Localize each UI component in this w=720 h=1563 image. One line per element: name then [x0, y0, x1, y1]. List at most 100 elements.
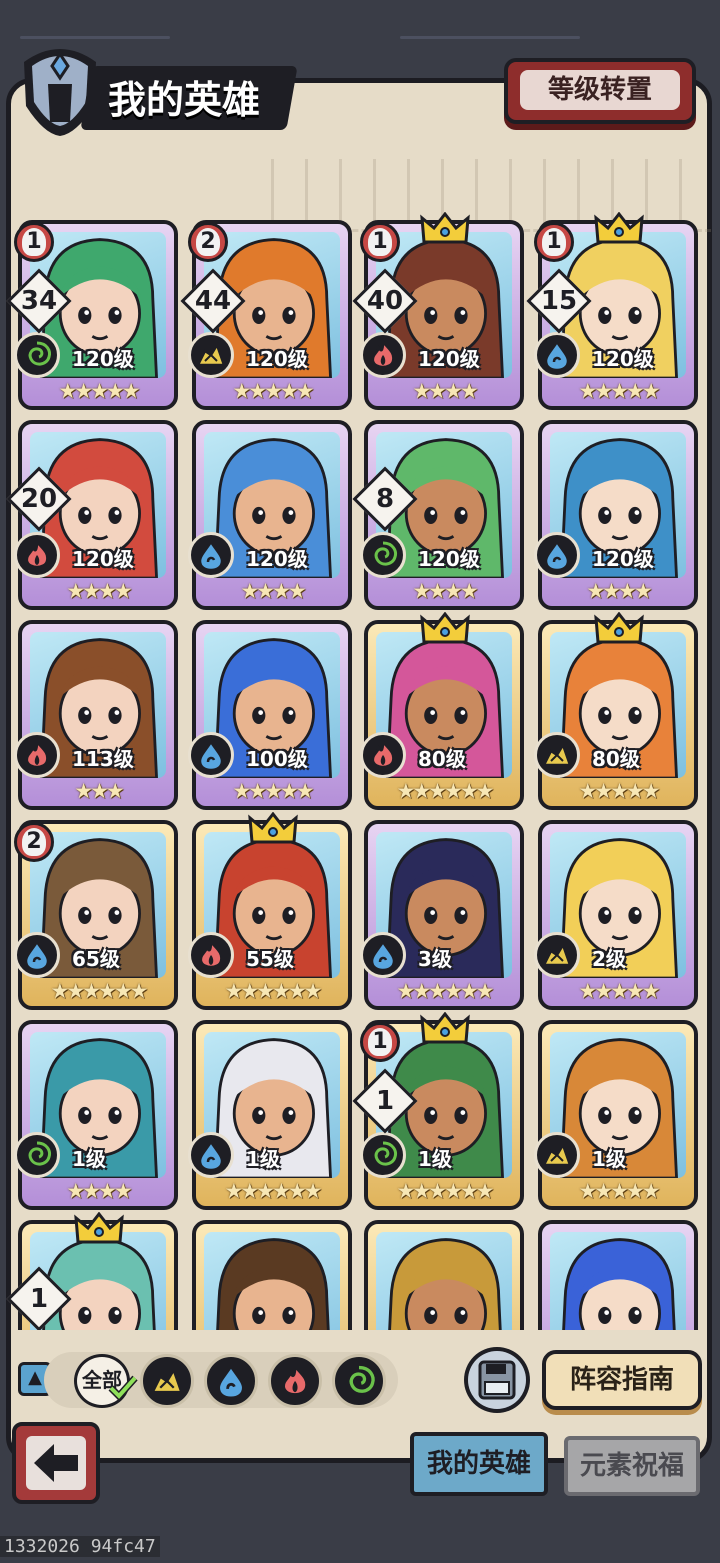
wind-element-icon: [14, 332, 60, 378]
hero-level: 1级: [418, 1147, 452, 1171]
crown-icon: [594, 212, 644, 244]
hero-level: 120级: [592, 347, 654, 371]
hero-card[interactable]: 120级 ★★★★: [192, 420, 352, 610]
hero-level: 120级: [72, 547, 134, 571]
check-icon: [108, 1375, 138, 1402]
hero-level: 120级: [418, 547, 480, 571]
hero-stars: ★★★★★★: [396, 779, 495, 803]
water-element-icon: [188, 532, 234, 578]
crown-icon: [420, 212, 470, 244]
hero-portrait: [562, 1238, 676, 1330]
hero-stars: ★★★: [74, 779, 124, 803]
hero-stars: ★★★★★★: [224, 1179, 323, 1203]
hero-card[interactable]: 100级 ★★★★★: [192, 620, 352, 810]
hero-stars: ★★★★: [240, 579, 306, 603]
hero-tier-value: 1: [546, 229, 562, 254]
hero-stars: ★★★★★: [578, 979, 660, 1003]
fire-element-icon: [14, 732, 60, 778]
water-element-icon: [534, 532, 580, 578]
hero-stars: ★★★★★: [578, 779, 660, 803]
tab-element-blessing[interactable]: 元素祝福: [564, 1436, 700, 1496]
hero-stars: ★★★★★★: [50, 979, 149, 1003]
fire-element-icon: [14, 532, 60, 578]
hero-level: 55级: [246, 947, 294, 971]
wind-element-icon: [14, 1132, 60, 1178]
lineup-guide-button[interactable]: 阵容指南: [542, 1350, 702, 1410]
hero-level: 120级: [592, 547, 654, 571]
crown-icon: [420, 1012, 470, 1044]
filter-water-button[interactable]: [204, 1354, 258, 1408]
hero-shard-count: 8: [375, 484, 395, 514]
hero-level: 2级: [592, 947, 626, 971]
hero-card[interactable]: 80级 ★★★★★: [538, 620, 698, 810]
hero-level: 1级: [246, 1147, 280, 1171]
hero-card[interactable]: 80级 ★★★★★★: [364, 620, 524, 810]
hero-level: 120级: [418, 347, 480, 371]
hero-card[interactable]: 3级 ★★★★★★: [364, 820, 524, 1010]
water-element-icon: [14, 932, 60, 978]
hero-stars: ★★★★: [66, 579, 132, 603]
hero-stars: ★★★★★★: [224, 979, 323, 1003]
earth-element-icon: [534, 932, 580, 978]
water-element-icon: [360, 932, 406, 978]
crown-icon: [74, 1212, 124, 1244]
hero-stars: ★★★★★★: [396, 1179, 495, 1203]
hero-stars: ★★★★: [412, 579, 478, 603]
hero-level: 80级: [592, 747, 640, 771]
earth-element-icon: [534, 732, 580, 778]
hero-level: 120级: [246, 347, 308, 371]
hero-tier-value: 2: [26, 829, 42, 854]
crown-icon: [248, 812, 298, 844]
hero-portrait-frame: [550, 1232, 686, 1330]
hero-shard-count: 34: [20, 286, 58, 316]
hero-card[interactable]: 1级 ★★★★: [18, 1020, 178, 1210]
back-arrow-icon: [26, 1436, 86, 1490]
hero-tier-value: 1: [372, 229, 388, 254]
hero-tier-value: 1: [372, 1029, 388, 1054]
hero-grid: 120级 ★★★★★ 1 34 120级 ★★★★★ 2 44 120级 ★★★★ 1 40 120级 ★…: [0, 0, 720, 1330]
hero-card[interactable]: 55级 ★★★★★★: [192, 820, 352, 1010]
hero-level: 3级: [418, 947, 452, 971]
hero-shard-count: 1: [375, 1086, 395, 1116]
hero-stars: ★★★★★: [58, 379, 140, 403]
save-lineup-button[interactable]: [462, 1344, 532, 1416]
hero-stars: ★★★★: [66, 1179, 132, 1203]
build-id: 1332026 94fc47: [0, 1536, 160, 1557]
hero-stars: ★★★★★: [232, 779, 314, 803]
fire-element-icon: [360, 332, 406, 378]
fire-element-icon: [188, 932, 234, 978]
hero-level: 100级: [246, 747, 308, 771]
hero-card[interactable]: 1级 ★★★★★★: [192, 1020, 352, 1210]
hero-card[interactable]: [538, 1220, 698, 1330]
filter-fire-button[interactable]: [268, 1354, 322, 1408]
filter-earth-button[interactable]: [140, 1354, 194, 1408]
water-element-icon: [534, 332, 580, 378]
hero-level: 120级: [246, 547, 308, 571]
water-element-icon: [188, 732, 234, 778]
hero-portrait: [388, 1238, 502, 1330]
hero-card[interactable]: [364, 1220, 524, 1330]
hero-card[interactable]: 120级 ★★★★: [538, 420, 698, 610]
hero-tier-badge: 1: [534, 222, 574, 262]
hero-stars: ★★★★★: [578, 379, 660, 403]
hero-card[interactable]: 113级 ★★★: [18, 620, 178, 810]
hero-tier-badge: 2: [188, 222, 228, 262]
hero-shard-count: 40: [366, 286, 404, 316]
hero-level: 80级: [418, 747, 466, 771]
hero-portrait-frame: [204, 1232, 340, 1330]
hero-card[interactable]: [192, 1220, 352, 1330]
hero-card[interactable]: 1级 ★★★★★: [538, 1020, 698, 1210]
hero-tier-badge: 1: [360, 1022, 400, 1062]
hero-tier-value: 1: [26, 229, 42, 254]
back-button[interactable]: [12, 1422, 100, 1504]
filter-wind-button[interactable]: [332, 1354, 386, 1408]
hero-shard-count: 15: [540, 286, 578, 316]
hero-card[interactable]: 2级 ★★★★★: [538, 820, 698, 1010]
hero-tier-badge: 1: [14, 222, 54, 262]
hero-stars: ★★★★★: [578, 1179, 660, 1203]
hero-stars: ★★★★: [586, 579, 652, 603]
hero-level: 120级: [72, 347, 134, 371]
tab-my-heroes[interactable]: 我的英雄: [410, 1432, 548, 1496]
hero-stars: ★★★★★★: [396, 979, 495, 1003]
hero-level: 65级: [72, 947, 120, 971]
